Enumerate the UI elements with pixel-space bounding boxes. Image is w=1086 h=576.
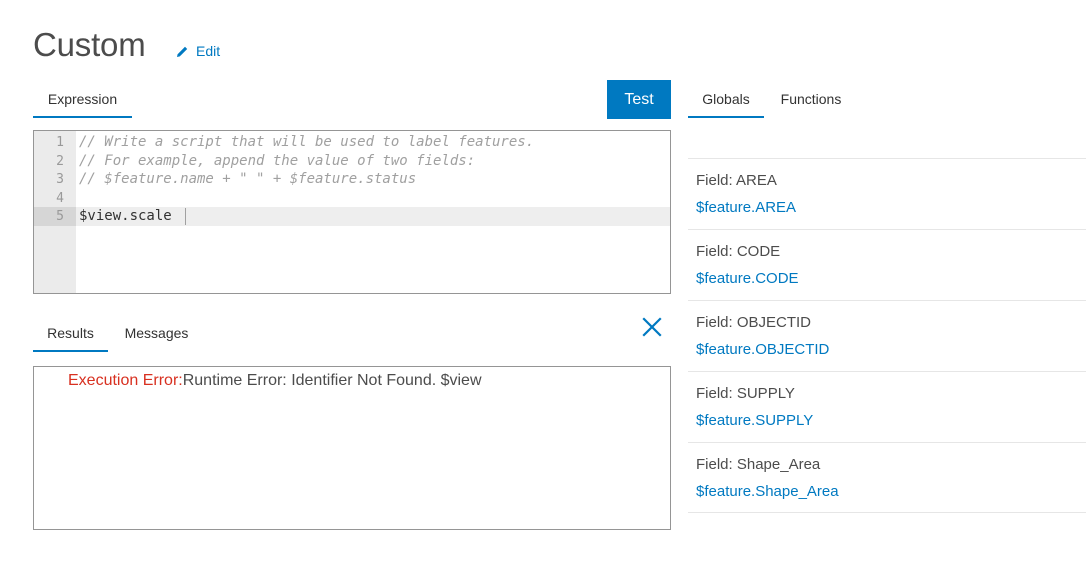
code-editor[interactable]: 1 // Write a script that will be used to… [33,130,671,294]
code-text: $view.scale [79,208,181,224]
field-value-link[interactable]: $feature.AREA [696,199,796,216]
test-button[interactable]: Test [607,80,671,119]
line-number: 4 [56,191,64,206]
code-line-current[interactable]: 5 $view.scale [34,207,670,226]
edit-button[interactable]: Edit [176,43,220,59]
code-line[interactable]: 1 // Write a script that will be used to… [34,133,670,152]
close-icon[interactable] [641,316,663,338]
tab-messages[interactable]: Messages [110,315,203,352]
list-item: Field: OBJECTID $feature.OBJECTID [688,300,1086,371]
tab-globals[interactable]: Globals [688,81,764,118]
edit-label: Edit [196,43,221,59]
error-label: Execution Error: [68,372,183,389]
list-item: Field: CODE $feature.CODE [688,229,1086,300]
tab-results[interactable]: Results [33,315,108,352]
line-number: 2 [56,154,64,169]
code-text: // $feature.name + " " + $feature.status [79,171,417,187]
list-item: Field: Shape_Area $feature.Shape_Area [688,442,1086,513]
pencil-icon [176,45,189,58]
results-panel: Execution Error:Runtime Error: Identifie… [33,366,671,530]
field-label: Field: SUPPLY [696,385,795,402]
line-number: 3 [56,172,64,187]
code-text: // Write a script that will be used to l… [79,134,535,150]
line-number: 5 [34,207,76,226]
text-cursor [185,208,186,225]
code-line[interactable]: 3 // $feature.name + " " + $feature.stat… [34,170,670,189]
field-value-link[interactable]: $feature.SUPPLY [696,412,813,429]
error-message: Execution Error:Runtime Error: Identifie… [68,372,482,390]
code-line[interactable]: 4 [34,189,670,208]
field-label: Field: Shape_Area [696,456,821,473]
page-title: Custom [33,26,146,63]
code-text: // For example, append the value of two … [79,153,476,169]
code-line[interactable]: 2 // For example, append the value of tw… [34,152,670,171]
field-value-link[interactable]: $feature.CODE [696,270,799,287]
field-label: Field: CODE [696,243,781,260]
field-value-link[interactable]: $feature.OBJECTID [696,341,829,358]
line-number: 1 [56,135,64,150]
tab-functions[interactable]: Functions [769,81,853,118]
field-value-link[interactable]: $feature.Shape_Area [696,483,839,500]
field-label: Field: AREA [696,172,777,189]
error-text: Runtime Error: Identifier Not Found. $vi… [182,372,482,389]
field-label: Field: OBJECTID [696,314,812,331]
list-item: Field: SUPPLY $feature.SUPPLY [688,371,1086,442]
list-item: Field: AREA $feature.AREA [688,158,1086,229]
tab-expression[interactable]: Expression [33,81,132,118]
globals-list: Field: AREA $feature.AREA Field: CODE $f… [688,158,1086,513]
